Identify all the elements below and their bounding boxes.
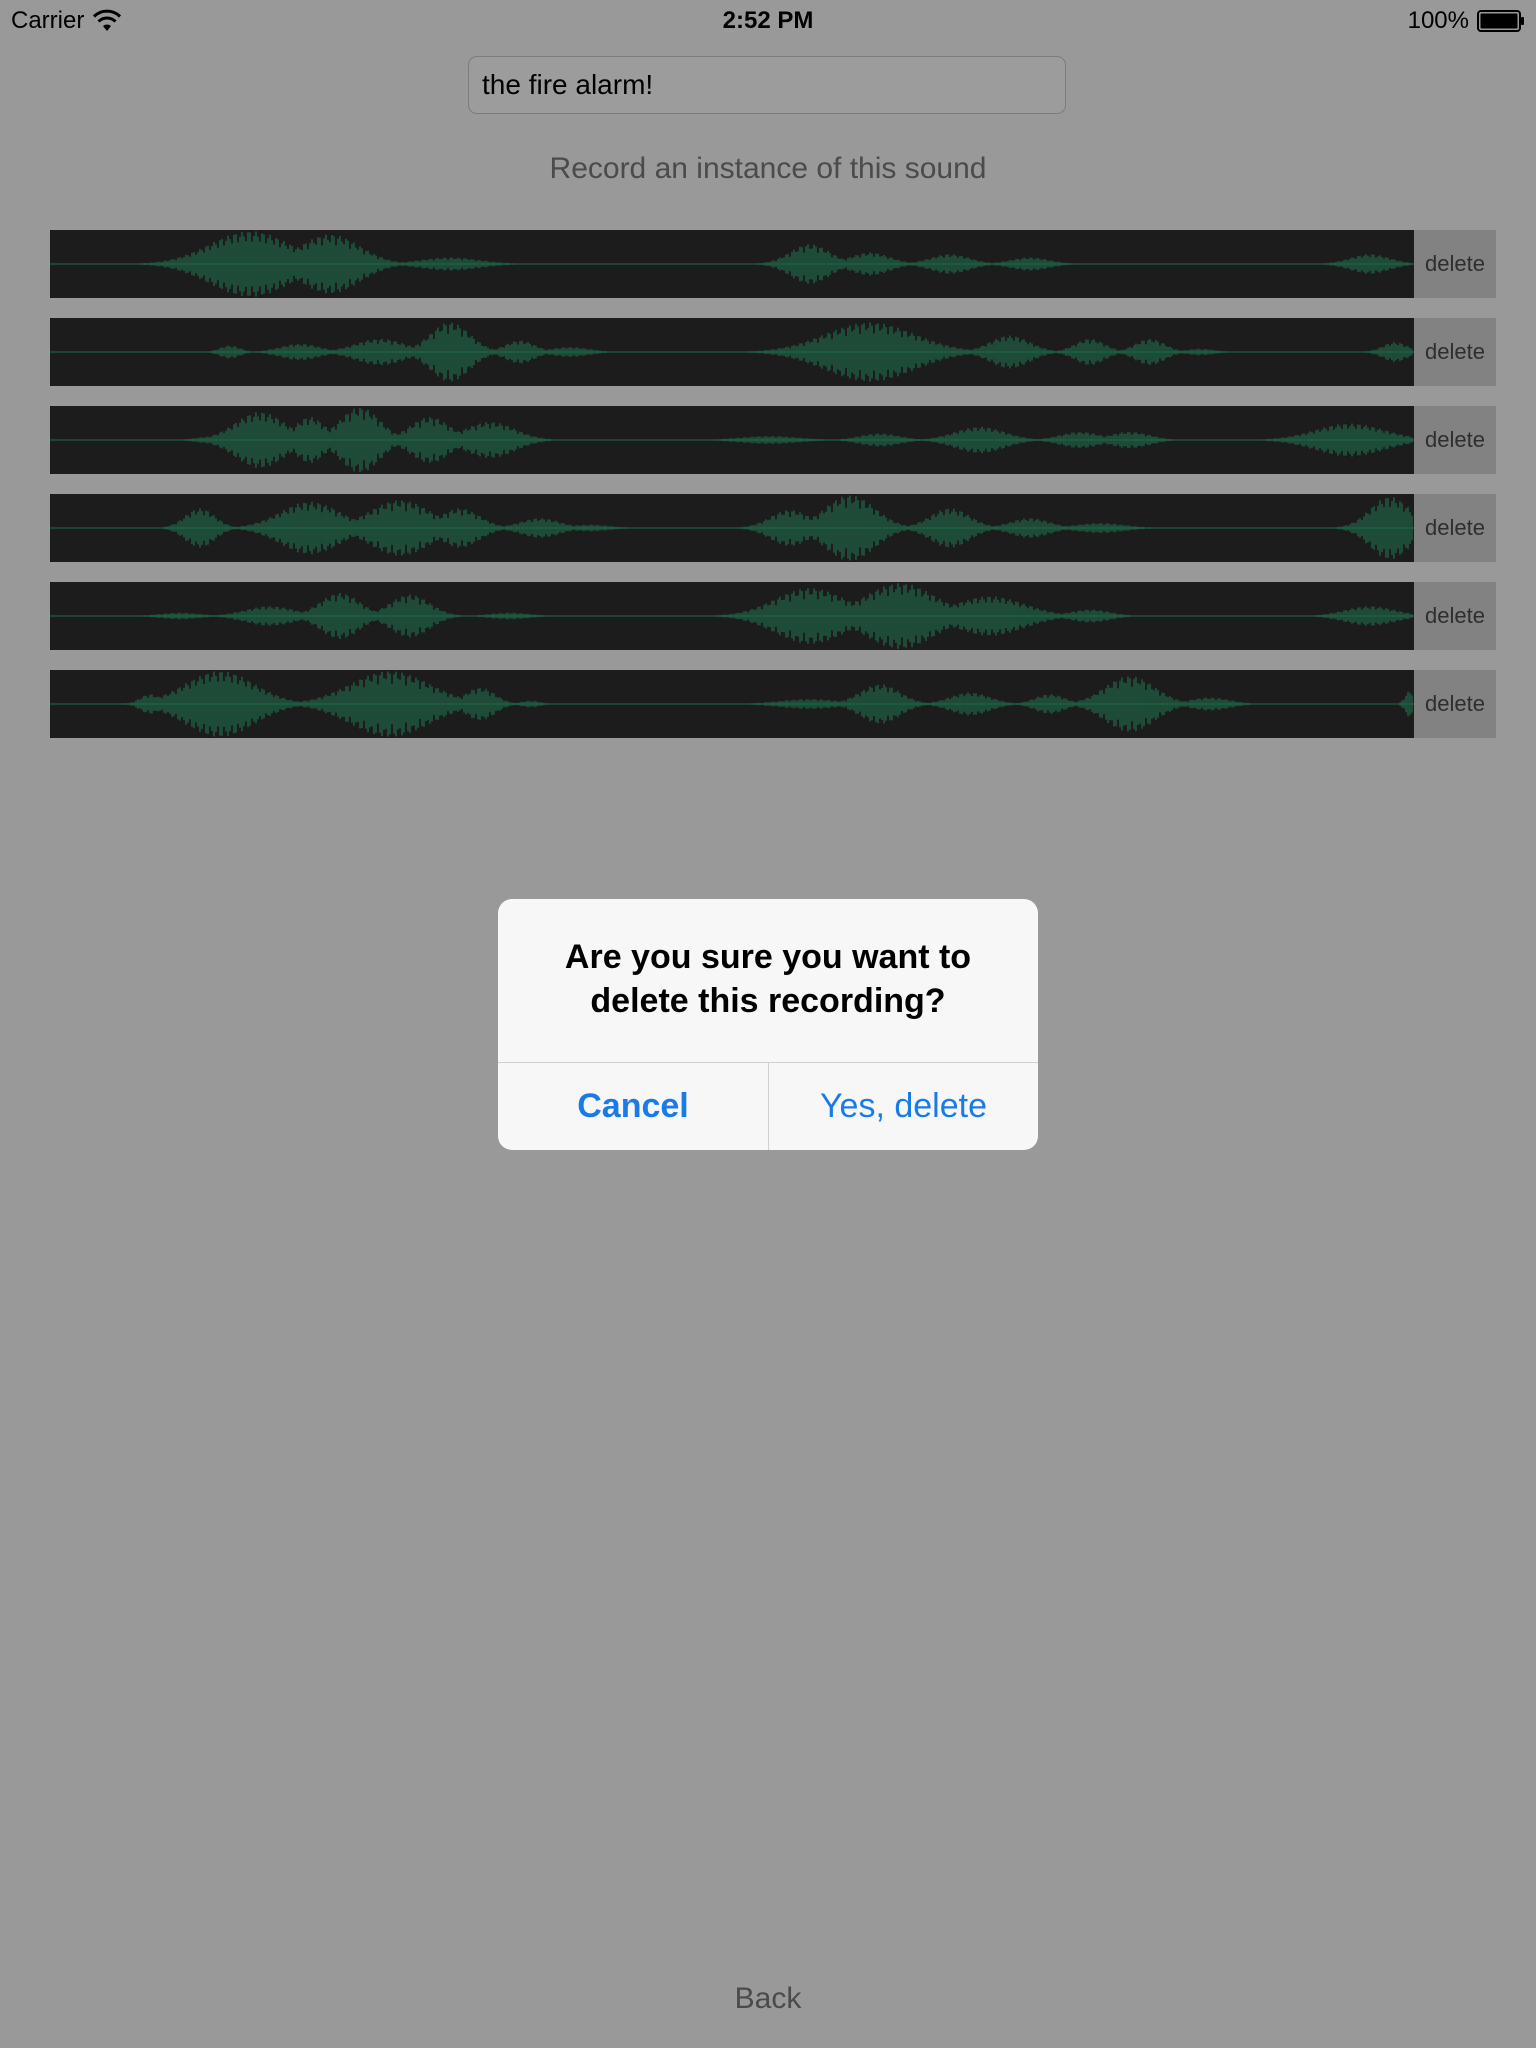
waveform-graphic	[50, 495, 1414, 561]
delete-recording-button[interactable]: delete	[1414, 406, 1496, 474]
status-bar: Carrier 2:52 PM 100%	[0, 0, 1536, 40]
delete-recording-button[interactable]: delete	[1414, 670, 1496, 738]
recording-row: delete	[50, 406, 1496, 474]
delete-recording-button[interactable]: delete	[1414, 494, 1496, 562]
waveform-graphic	[50, 231, 1414, 297]
recording-waveform[interactable]	[50, 406, 1414, 474]
recording-row: delete	[50, 230, 1496, 298]
alert-message-line: Are you sure you want to	[564, 938, 972, 976]
waveform-graphic	[50, 407, 1414, 473]
recording-waveform[interactable]	[50, 494, 1414, 562]
alert-message-line: delete this recording?	[590, 982, 946, 1020]
waveform-graphic	[50, 322, 1414, 382]
sound-name-input[interactable]: the fire alarm!	[468, 56, 1066, 114]
recording-row: delete	[50, 670, 1496, 738]
recording-row: delete	[50, 582, 1496, 650]
record-instructions[interactable]: Record an instance of this sound	[0, 152, 1536, 186]
battery-percentage: 100%	[1407, 7, 1469, 34]
delete-recording-button[interactable]: delete	[1414, 230, 1496, 298]
back-button[interactable]: Back	[0, 1982, 1536, 2016]
status-time: 2:52 PM	[722, 7, 814, 34]
waveform-graphic	[50, 583, 1414, 649]
battery-icon	[1477, 10, 1525, 32]
recording-waveform[interactable]	[50, 230, 1414, 298]
recording-row: delete	[50, 494, 1496, 562]
delete-confirmation-alert: Are you sure you want to delete this rec…	[498, 899, 1038, 1150]
alert-message: Are you sure you want to delete this rec…	[498, 935, 1038, 1023]
battery-indicator: 100%	[1408, 7, 1525, 35]
cancel-button[interactable]: Cancel	[498, 1063, 768, 1150]
waveform-graphic	[50, 671, 1414, 737]
recording-row: delete	[50, 318, 1496, 386]
delete-recording-button[interactable]: delete	[1414, 318, 1496, 386]
recording-waveform[interactable]	[50, 582, 1414, 650]
confirm-delete-button[interactable]: Yes, delete	[769, 1063, 1038, 1150]
recording-waveform[interactable]	[50, 670, 1414, 738]
delete-recording-button[interactable]: delete	[1414, 582, 1496, 650]
recording-waveform[interactable]	[50, 318, 1414, 386]
